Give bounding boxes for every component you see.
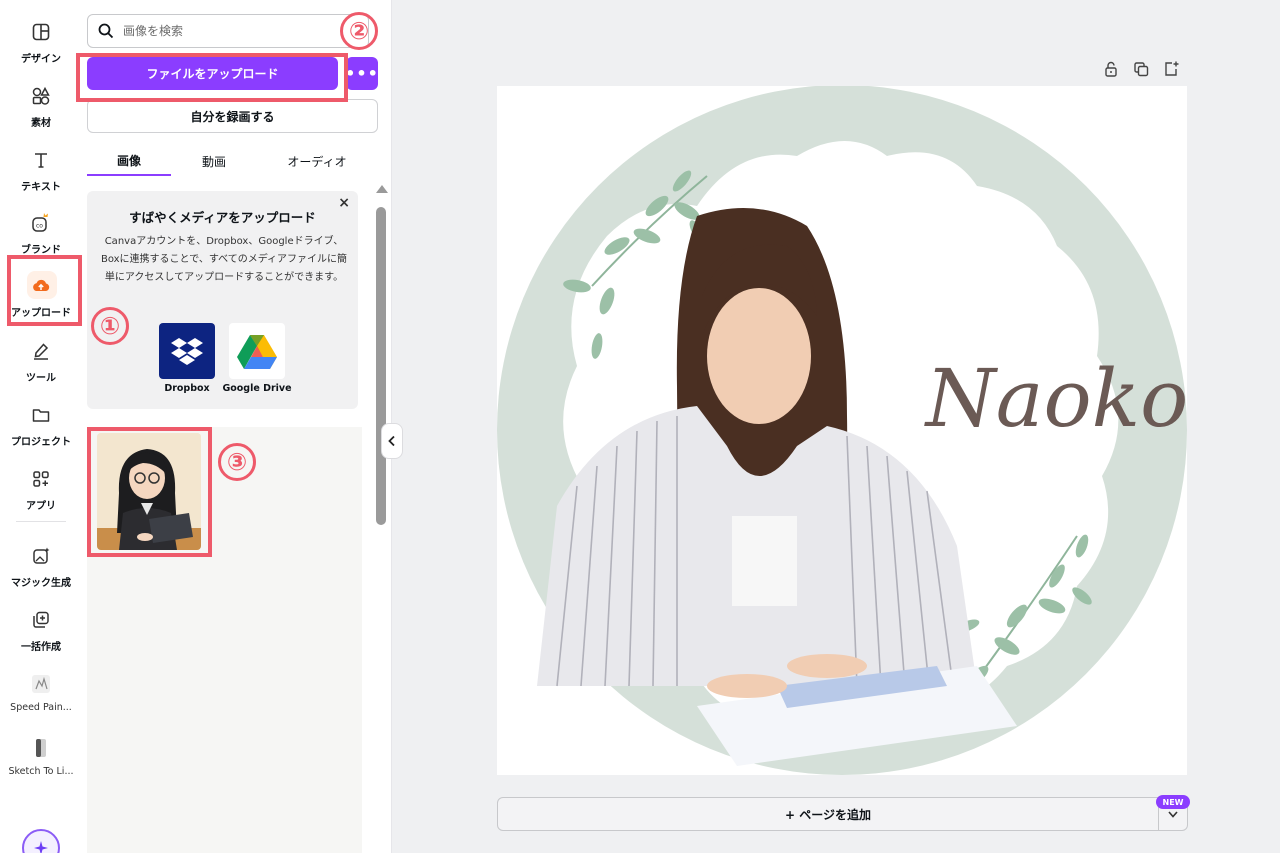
tab-videos[interactable]: 動画 (174, 146, 254, 176)
rail-item-speed-painting[interactable]: Speed Pain... (0, 666, 82, 724)
duplicate-page-icon[interactable] (1132, 60, 1150, 78)
panel-scrollbar[interactable] (374, 185, 388, 853)
page-toolbar (1102, 60, 1186, 80)
google-drive-icon (229, 323, 285, 379)
quick-upload-promo-card: × すばやくメディアをアップロード Canvaアカウントを、Dropbox、Go… (87, 191, 358, 409)
apps-icon (29, 467, 53, 491)
rail-item-bulk-create[interactable]: 一括作成 (0, 602, 82, 660)
brand-icon: co (29, 211, 53, 235)
rail-label: デザイン (21, 54, 61, 65)
layout-icon (29, 20, 53, 44)
tab-images[interactable]: 画像 (87, 146, 171, 176)
more-upload-options-button[interactable]: ••• (345, 57, 378, 90)
app-label: Dropbox (164, 383, 210, 394)
search-input[interactable] (123, 24, 363, 38)
pen-tool-icon (29, 339, 53, 363)
dropbox-icon (159, 323, 215, 379)
magic-image-icon (29, 544, 53, 568)
annotation-number-3: ③ (218, 443, 256, 481)
bulk-create-icon (29, 608, 53, 632)
rail-item-elements[interactable]: 素材 (0, 78, 82, 136)
rail-label: 素材 (31, 118, 51, 129)
add-page-button[interactable]: + ページを追加 (497, 797, 1159, 831)
promo-title: すばやくメディアをアップロード (129, 210, 316, 225)
left-rail: デザイン 素材 テキスト co ブランド アップロード ツール プロジェクト ア… (0, 0, 82, 853)
rail-label: ブランド (21, 245, 61, 256)
rail-label: マジック生成 (11, 578, 71, 589)
annotation-number-2: ② (340, 12, 378, 50)
google-drive-connect-button[interactable]: Google Drive (222, 323, 292, 394)
lock-icon[interactable] (1102, 60, 1120, 78)
rail-label: プロジェクト (11, 437, 71, 448)
design-canvas[interactable]: Naoko (497, 86, 1187, 775)
folder-icon (29, 403, 53, 427)
rail-label: Sketch To Li... (8, 766, 74, 777)
dropbox-connect-button[interactable]: Dropbox (158, 323, 216, 394)
app-label: Google Drive (222, 383, 292, 394)
rail-label: 一括作成 (21, 642, 61, 653)
chevron-left-icon (388, 435, 395, 447)
svg-text:co: co (36, 223, 43, 230)
rail-item-magic-media[interactable]: マジック生成 (0, 538, 82, 596)
annotation-highlight-uploads (7, 255, 82, 326)
speed-paint-app-icon (29, 672, 53, 696)
add-page-icon[interactable] (1162, 60, 1180, 78)
rail-item-tools[interactable]: ツール (0, 333, 82, 391)
rail-divider (16, 521, 66, 522)
rail-label: Speed Pain... (10, 702, 72, 713)
scrollbar-thumb[interactable] (376, 207, 386, 525)
rail-item-sketch-to-life[interactable]: Sketch To Li... (0, 730, 82, 788)
promo-description: Canvaアカウントを、Dropbox、Googleドライブ、Boxに連携するこ… (100, 236, 348, 283)
rail-item-projects[interactable]: プロジェクト (0, 397, 82, 455)
chevron-down-icon (1168, 810, 1178, 818)
collapse-panel-button[interactable] (381, 423, 403, 459)
tab-audio[interactable]: オーディオ (272, 146, 362, 176)
magic-assistant-button[interactable] (22, 829, 60, 853)
new-badge: NEW (1156, 795, 1190, 809)
media-type-tabs: 画像 動画 オーディオ (82, 146, 382, 176)
rail-item-design[interactable]: デザイン (0, 14, 82, 72)
canvas-artwork: Naoko (497, 86, 1187, 775)
record-yourself-button[interactable]: 自分を録画する (87, 99, 378, 133)
rail-label: ツール (26, 373, 56, 384)
text-icon (29, 148, 53, 172)
search-box[interactable] (87, 14, 369, 48)
sketch-app-icon (29, 736, 53, 760)
rail-label: アプリ (26, 501, 56, 512)
search-icon (98, 23, 114, 39)
signature-text: Naoko (924, 352, 1187, 445)
rail-item-apps[interactable]: アプリ (0, 461, 82, 519)
annotation-highlight-upload-button (76, 53, 348, 102)
annotation-highlight-thumbnail (87, 427, 212, 557)
shapes-icon (29, 84, 53, 108)
scroll-up-arrow[interactable] (376, 185, 388, 193)
rail-label: テキスト (21, 182, 61, 193)
rail-item-text[interactable]: テキスト (0, 142, 82, 200)
annotation-number-1: ① (91, 307, 129, 345)
sparkle-icon (34, 841, 48, 853)
